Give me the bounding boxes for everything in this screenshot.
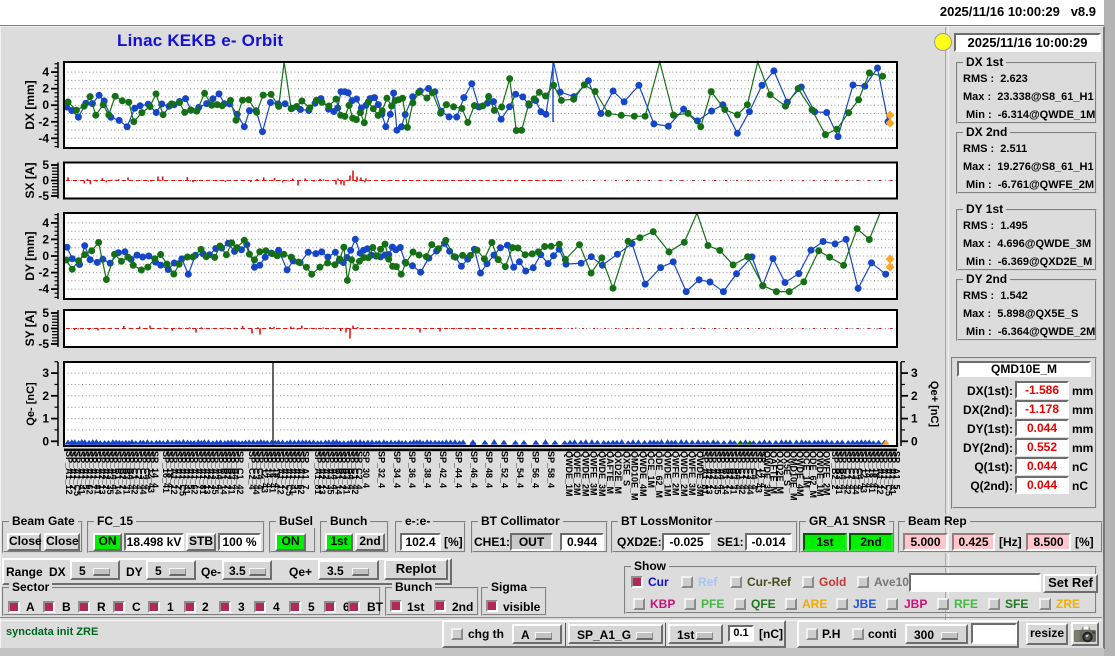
svg-text:SP_48_4: SP_48_4 <box>484 451 494 488</box>
svg-text:Qe+ [nC]: Qe+ [nC] <box>928 381 940 427</box>
svg-text:SP_A1_7: SP_A1_7 <box>300 451 310 490</box>
svg-text:3: 3 <box>911 366 918 380</box>
svg-text:DY [mm]: DY [mm] <box>23 231 37 280</box>
svg-text:2: 2 <box>42 82 49 96</box>
svg-text:SP_52_4: SP_52_4 <box>500 451 510 488</box>
svg-text:-2: -2 <box>38 266 49 280</box>
svg-text:SX [A]: SX [A] <box>23 162 37 198</box>
svg-text:SP_36_4: SP_36_4 <box>407 451 417 488</box>
svg-text:1: 1 <box>42 412 49 426</box>
svg-text:0: 0 <box>42 98 49 112</box>
svg-text:SP_32_4: SP_32_4 <box>376 451 386 488</box>
svg-text:3: 3 <box>42 366 49 380</box>
svg-text:1: 1 <box>911 412 918 426</box>
svg-text:QWFE_2M: QWFE_2M <box>821 451 831 496</box>
svg-text:0: 0 <box>42 174 49 188</box>
svg-text:0: 0 <box>42 434 49 448</box>
svg-text:SP_34_4: SP_34_4 <box>392 451 402 488</box>
svg-text:SP_C1_42: SP_C1_42 <box>235 451 245 495</box>
svg-text:-4: -4 <box>38 282 49 296</box>
svg-text:SP_46_4: SP_46_4 <box>469 451 479 488</box>
svg-text:4: 4 <box>42 65 49 79</box>
svg-text:5: 5 <box>42 306 49 320</box>
svg-text:0: 0 <box>42 249 49 263</box>
svg-text:DX [mm]: DX [mm] <box>23 80 37 129</box>
svg-text:SP_14_4: SP_14_4 <box>150 451 160 488</box>
svg-text:Qe- [nC]: Qe- [nC] <box>25 382 37 426</box>
svg-text:0: 0 <box>911 434 918 448</box>
svg-text:SP_58_4: SP_58_4 <box>546 451 556 488</box>
svg-text:SP_30_4: SP_30_4 <box>361 451 371 488</box>
svg-text:-4: -4 <box>38 131 49 145</box>
svg-text:SY [A]: SY [A] <box>23 311 37 347</box>
svg-text:4: 4 <box>42 216 49 230</box>
svg-text:-5: -5 <box>38 189 49 203</box>
svg-text:SP_44_4: SP_44_4 <box>453 451 463 488</box>
svg-text:-2: -2 <box>38 115 49 129</box>
svg-text:2: 2 <box>911 389 918 403</box>
svg-text:-5: -5 <box>38 337 49 351</box>
svg-text:SP_56_4: SP_56_4 <box>530 451 540 488</box>
svg-text:5: 5 <box>42 158 49 172</box>
svg-text:SP_54_4: SP_54_4 <box>515 451 525 488</box>
svg-text:2: 2 <box>42 389 49 403</box>
svg-text:2: 2 <box>42 232 49 246</box>
svg-text:SP_38_4: SP_38_4 <box>423 451 433 488</box>
svg-text:0: 0 <box>42 322 49 336</box>
svg-text:SP_42_4: SP_42_4 <box>438 451 448 488</box>
svg-text:SP_A1_5: SP_A1_5 <box>892 451 902 490</box>
